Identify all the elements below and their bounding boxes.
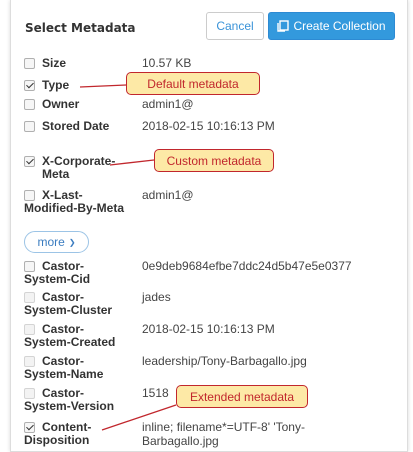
metadata-name: Castor-System-Name — [24, 354, 104, 381]
metadata-value: 10.57 KB — [142, 56, 192, 70]
metadata-row-castor-system-name: Castor-System-Name leadership/Tony-Barba… — [24, 354, 394, 382]
metadata-name: Castor-System-Created — [24, 322, 116, 349]
panel-title: Select Metadata — [25, 21, 136, 35]
copy-icon — [277, 20, 290, 32]
metadata-row-stored-date: Stored Date 2018-02-15 10:16:13 PM — [24, 119, 394, 135]
stored-date-checkbox[interactable] — [24, 121, 35, 132]
create-collection-label: Create Collection — [293, 19, 386, 33]
cancel-button[interactable]: Cancel — [206, 12, 264, 40]
metadata-value: 0e9deb9684efbe7ddc24d5b47e5e0377 — [142, 259, 352, 273]
create-collection-button[interactable]: Create Collection — [268, 12, 395, 40]
metadata-value: 2018-02-15 10:16:13 PM — [142, 119, 275, 133]
default-metadata-callout: Default metadata — [126, 72, 260, 95]
metadata-name: Castor-System-Cid — [24, 259, 91, 286]
metadata-row-castor-system-cluster: Castor-System-Cluster jades — [24, 290, 394, 318]
metadata-value: inline; filename*=UTF-8' 'Tony-Barbagall… — [142, 420, 305, 448]
metadata-value: admin1@ — [142, 97, 194, 111]
custom-metadata-callout: Custom metadata — [154, 149, 274, 172]
more-label: more — [37, 235, 65, 249]
metadata-name: Size — [42, 56, 67, 70]
metadata-value: leadership/Tony-Barbagallo.jpg — [142, 354, 307, 368]
metadata-row-castor-system-cid: Castor-System-Cid 0e9deb9684efbe7ddc24d5… — [24, 259, 394, 287]
size-checkbox[interactable] — [24, 58, 35, 69]
extended-metadata-callout: Extended metadata — [176, 385, 308, 408]
metadata-row-content-disposition: Content-Disposition inline; filename*=UT… — [24, 420, 394, 450]
metadata-value: jades — [142, 290, 171, 304]
chevron-down-icon: ❯ — [68, 237, 76, 247]
metadata-name: Castor-System-Cluster — [24, 290, 113, 317]
metadata-row-x-last-modified-by-meta: X-Last-Modified-By-Meta admin1@ — [24, 188, 394, 228]
more-button[interactable]: more ❯ — [24, 231, 89, 253]
metadata-name: X-Last-Modified-By-Meta — [24, 188, 124, 215]
owner-checkbox[interactable] — [24, 99, 35, 110]
type-checkbox[interactable] — [24, 80, 35, 91]
metadata-name: X-Corporate-Meta — [42, 154, 116, 181]
metadata-name: Content-Disposition — [24, 420, 92, 447]
metadata-row-owner: Owner admin1@ — [24, 97, 394, 113]
x-corporate-meta-checkbox[interactable] — [24, 156, 35, 167]
metadata-row-castor-system-created: Castor-System-Created 2018-02-15 10:16:1… — [24, 322, 394, 350]
metadata-name: Stored Date — [42, 119, 110, 133]
metadata-name: Owner — [42, 97, 80, 111]
metadata-value: 2018-02-15 10:16:13 PM — [142, 322, 275, 336]
metadata-name: Castor-System-Version — [24, 386, 115, 413]
metadata-row-size: Size 10.57 KB — [24, 56, 394, 72]
metadata-value: admin1@ — [142, 188, 194, 202]
